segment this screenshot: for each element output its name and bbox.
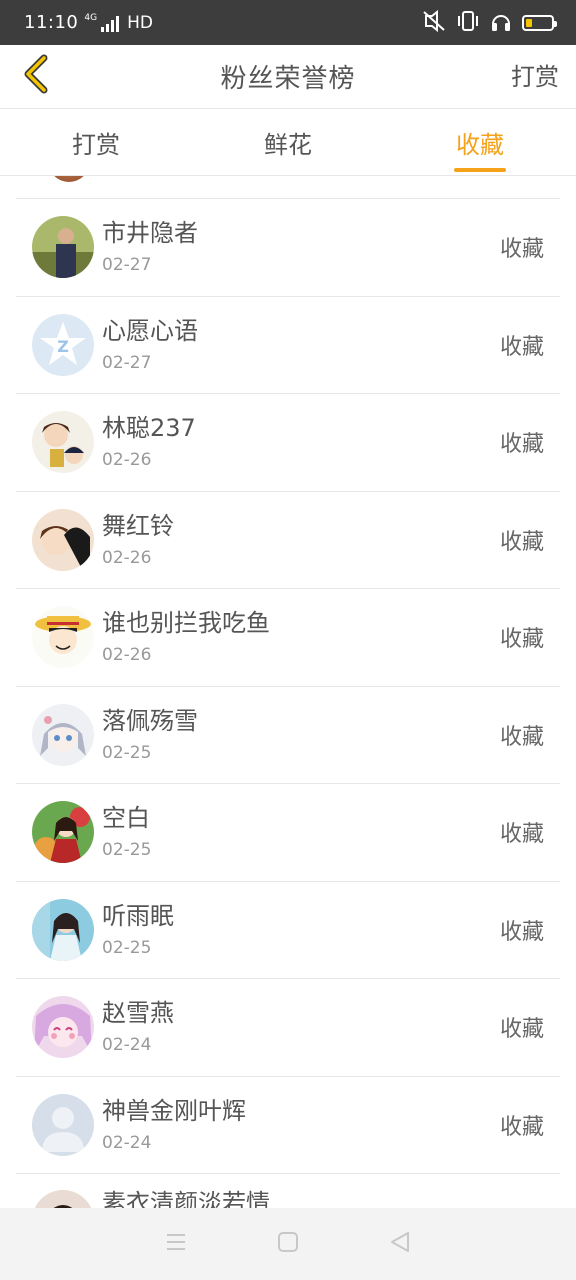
fan-date: 02-27: [102, 255, 152, 276]
back-triangle-icon: [389, 1231, 411, 1257]
fan-action: 收藏: [499, 529, 544, 555]
list-item[interactable]: 市井隐者 02-27 收藏: [16, 199, 560, 297]
fan-date: 02-25: [102, 840, 152, 861]
avatar: [32, 703, 94, 766]
fan-name: 落佩殇雪: [102, 706, 198, 735]
fan-name: 林聪237: [102, 414, 196, 443]
fan-name: 舞红铃: [102, 511, 174, 540]
list-item[interactable]: 神兽金刚叶辉 02-24 收藏: [16, 1077, 560, 1174]
list-item[interactable]: 舞红铃 02-26 收藏: [16, 492, 560, 589]
tab-favorites[interactable]: 收藏: [384, 109, 576, 175]
fan-date: 02-26: [102, 645, 152, 666]
avatar: [32, 996, 94, 1059]
avatar: [32, 508, 94, 571]
fan-action: 收藏: [499, 627, 544, 653]
header: 粉丝荣誉榜 打赏: [0, 45, 576, 108]
avatar: [32, 1190, 94, 1208]
fan-date: 02-26: [102, 450, 152, 471]
hd-label: HD: [127, 12, 153, 33]
tab-flowers[interactable]: 鲜花: [192, 109, 384, 175]
list-item[interactable]: 空白 02-25 收藏: [16, 784, 560, 882]
chevron-left-icon: [20, 54, 50, 98]
fan-action: 收藏: [499, 1114, 544, 1140]
avatar: [32, 1093, 94, 1156]
status-bar: 11:10 4G HD: [0, 0, 576, 45]
fan-action: 收藏: [499, 1017, 544, 1043]
list-item[interactable]: 林聪237 02-26 收藏: [16, 394, 560, 492]
fan-action: 收藏: [499, 919, 544, 945]
tab-reward[interactable]: 打赏: [0, 109, 192, 175]
mute-vibrate-icon: [422, 9, 446, 36]
fan-date: 02-25: [102, 742, 152, 763]
fan-name: 空白: [102, 804, 150, 833]
cellular-signal-icon: 4G: [84, 13, 120, 32]
fan-name: 神兽金刚叶辉: [102, 1096, 246, 1125]
fan-name: 市井隐者: [102, 219, 198, 248]
fan-name: 听雨眠: [102, 901, 174, 930]
battery-icon: [522, 14, 557, 31]
fan-name: 谁也别拦我吃鱼: [102, 609, 270, 638]
list-item[interactable]: 听雨眠 02-25 收藏: [16, 882, 560, 979]
page-title: 粉丝荣誉榜: [220, 64, 356, 94]
list-item-partial: [16, 176, 560, 199]
reward-button[interactable]: 打赏: [511, 57, 559, 92]
fan-date: 02-24: [102, 1035, 152, 1056]
status-time: 11:10: [24, 12, 79, 33]
fan-date: 02-24: [102, 1132, 152, 1153]
fan-date: 02-25: [102, 937, 152, 958]
fan-name: 赵雪燕: [102, 999, 174, 1028]
fan-action: 收藏: [499, 822, 544, 848]
avatar: [32, 216, 94, 279]
avatar: [32, 411, 94, 474]
list-item-partial[interactable]: 素衣清颜淡若情: [16, 1174, 560, 1208]
fan-name: 素衣清颜淡若情: [102, 1189, 270, 1208]
fan-name: 心愿心语: [102, 316, 198, 345]
avatar: [32, 898, 94, 961]
fan-action: 收藏: [499, 237, 544, 263]
list-item[interactable]: 赵雪燕 02-24 收藏: [16, 979, 560, 1077]
fan-action: 收藏: [499, 724, 544, 750]
menu-icon: [164, 1231, 188, 1257]
avatar: [32, 801, 94, 864]
fan-list[interactable]: 市井隐者 02-27 收藏 Z 心愿心语 02-27 收藏 林聪237 02-2…: [0, 176, 576, 1208]
avatar: [32, 606, 94, 669]
menu-button[interactable]: [156, 1224, 196, 1264]
fan-date: 02-27: [102, 352, 152, 373]
svg-text:Z: Z: [57, 337, 69, 356]
home-square-icon: [277, 1231, 299, 1257]
system-nav-bar: [0, 1208, 576, 1280]
avatar: Z: [32, 313, 94, 376]
fan-action: 收藏: [499, 432, 544, 458]
back-button[interactable]: [10, 51, 60, 101]
fan-date: 02-26: [102, 547, 152, 568]
list-item[interactable]: Z 心愿心语 02-27 收藏: [16, 297, 560, 394]
system-back-button[interactable]: [380, 1224, 420, 1264]
list-item[interactable]: 谁也别拦我吃鱼 02-26 收藏: [16, 589, 560, 687]
home-button[interactable]: [268, 1224, 308, 1264]
vibrate-icon: [456, 10, 480, 36]
list-item[interactable]: 落佩殇雪 02-25 收藏: [16, 687, 560, 784]
tab-bar: 打赏 鲜花 收藏: [0, 108, 576, 176]
fan-action: 收藏: [499, 334, 544, 360]
headphones-icon: [490, 10, 512, 36]
